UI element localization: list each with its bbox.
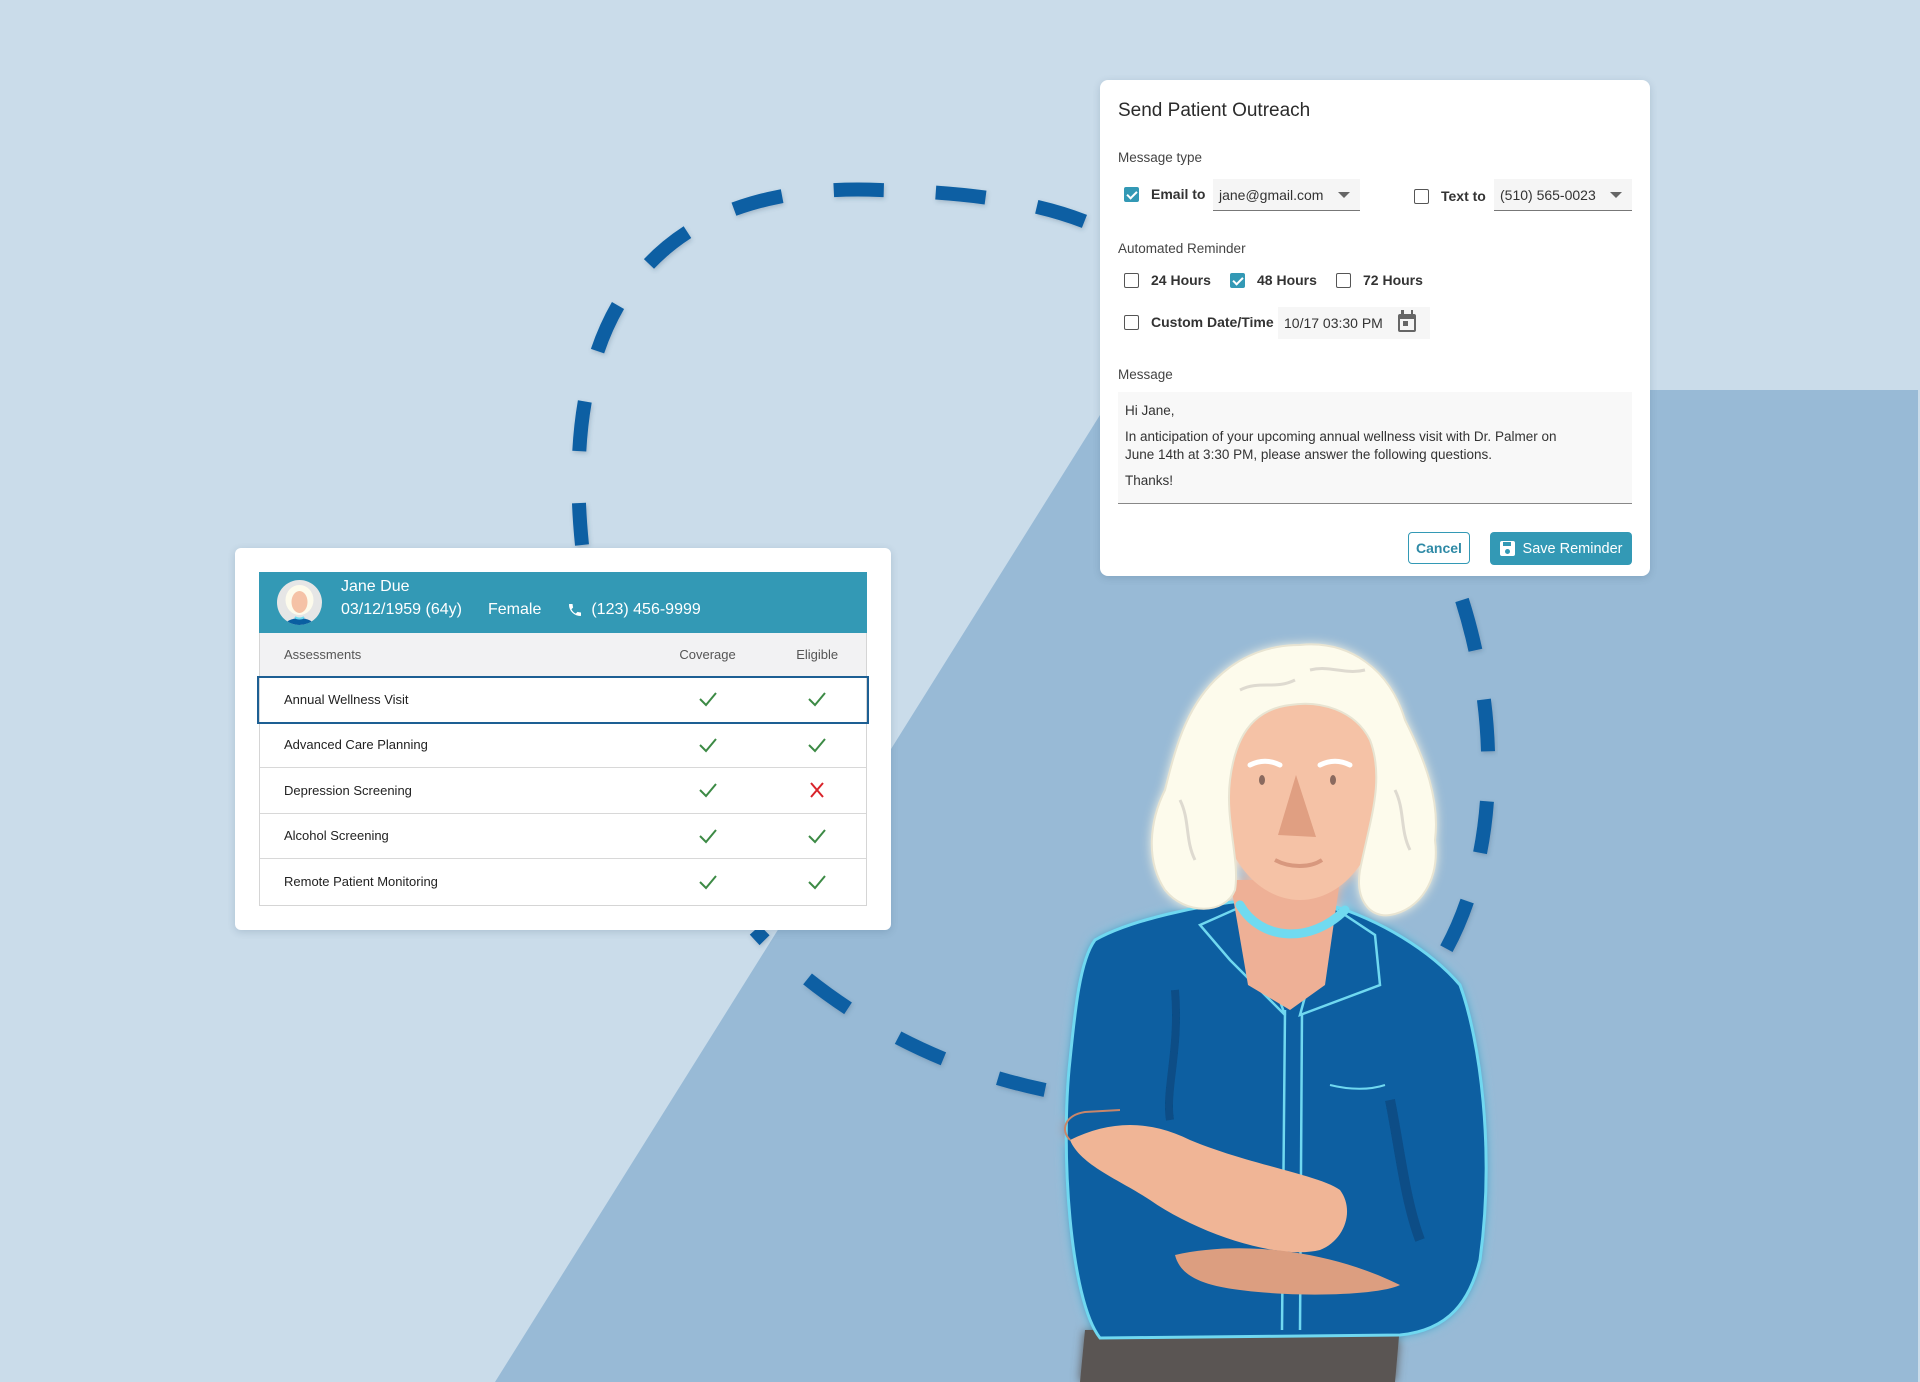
text-option[interactable]: Text to: [1414, 188, 1486, 204]
table-row[interactable]: Advanced Care Planning: [260, 723, 866, 768]
phone-select[interactable]: (510) 565-0023: [1494, 179, 1632, 211]
patient-phone[interactable]: (123) 456-9999: [567, 601, 701, 619]
email-option[interactable]: Email to: [1124, 186, 1205, 202]
reminder-48-checkbox[interactable]: [1230, 272, 1245, 288]
phone-icon: [569, 604, 582, 616]
assessment-name: Depression Screening: [284, 782, 412, 798]
table-row[interactable]: Remote Patient Monitoring: [260, 859, 866, 905]
reminder-72-label: 72 Hours: [1363, 272, 1423, 288]
column-header-coverage: Coverage: [679, 647, 736, 662]
text-label: Text to: [1441, 188, 1486, 204]
custom-datetime-option[interactable]: Custom Date/Time: [1124, 314, 1274, 330]
coverage-check-icon: [647, 874, 769, 890]
patient-card: Jane Due 03/12/1959 (64y) Female (123) 4…: [235, 548, 891, 930]
message-type-label: Message type: [1118, 150, 1203, 165]
floppy-disk-icon: [1499, 541, 1515, 556]
message-label: Message: [1118, 367, 1173, 382]
patient-name: Jane Due: [341, 578, 410, 595]
save-reminder-button[interactable]: Save Reminder: [1490, 532, 1632, 565]
reminder-72-option[interactable]: 72 Hours: [1336, 272, 1423, 288]
custom-datetime-input[interactable]: 10/17 03:30 PM: [1278, 307, 1430, 339]
reminder-48-label: 48 Hours: [1257, 272, 1317, 288]
coverage-check-icon: [647, 737, 769, 753]
coverage-check-icon: [647, 782, 769, 798]
coverage-check-icon: [647, 691, 769, 707]
patient-phone-number: (123) 456-9999: [591, 601, 701, 618]
custom-datetime-value: 10/17 03:30 PM: [1284, 315, 1383, 331]
reminder-48-option[interactable]: 48 Hours: [1230, 272, 1317, 288]
automated-reminder-label: Automated Reminder: [1118, 241, 1246, 256]
table-row[interactable]: Alcohol Screening: [260, 814, 866, 859]
coverage-check-icon: [647, 828, 769, 844]
column-header-assessments: Assessments: [284, 647, 362, 662]
send-outreach-dialog: Send Patient Outreach Message type Email…: [1100, 80, 1650, 576]
dialog-title: Send Patient Outreach: [1118, 100, 1311, 121]
patient-dob: 03/12/1959 (64y): [341, 601, 462, 618]
eligible-check-icon: [768, 874, 866, 890]
table-header: Assessments Coverage Eligible: [260, 633, 866, 677]
message-closing: Thanks!: [1125, 473, 1174, 488]
message-textarea[interactable]: Hi Jane, In anticipation of your upcomin…: [1118, 392, 1632, 504]
reminder-24-label: 24 Hours: [1151, 272, 1211, 288]
message-body-line-1: In anticipation of your upcoming annual …: [1125, 429, 1557, 444]
custom-datetime-checkbox[interactable]: [1124, 314, 1139, 330]
chevron-down-icon: [1338, 192, 1350, 198]
phone-value: (510) 565-0023: [1500, 186, 1596, 203]
cancel-button[interactable]: Cancel: [1408, 532, 1470, 564]
email-value: jane@gmail.com: [1219, 186, 1324, 203]
patient-header: Jane Due 03/12/1959 (64y) Female (123) 4…: [259, 572, 867, 633]
custom-datetime-label: Custom Date/Time: [1151, 314, 1274, 330]
table-body: Annual Wellness Visit Advanced Care Plann…: [257, 676, 869, 905]
patient-sex: Female: [487, 601, 542, 618]
table-row[interactable]: Depression Screening: [260, 768, 866, 814]
patient-meta: 03/12/1959 (64y) Female (123) 456-9999: [341, 601, 701, 619]
assessment-name: Alcohol Screening: [284, 828, 389, 844]
assessment-name: Remote Patient Monitoring: [284, 874, 438, 890]
reminder-24-checkbox[interactable]: [1124, 272, 1139, 288]
email-label: Email to: [1151, 186, 1206, 202]
reminder-72-checkbox[interactable]: [1336, 272, 1351, 288]
save-reminder-label: Save Reminder: [1522, 540, 1623, 557]
chevron-down-icon: [1610, 192, 1622, 198]
email-select[interactable]: jane@gmail.com: [1213, 179, 1360, 211]
assessments-table: Assessments Coverage Eligible Annual Wel…: [257, 633, 869, 906]
avatar: [277, 580, 322, 625]
eligible-check-icon: [768, 691, 866, 707]
assessment-name: Annual Wellness Visit: [284, 691, 409, 707]
message-greeting: Hi Jane,: [1125, 403, 1175, 418]
eligible-check-icon: [768, 828, 866, 844]
calendar-icon[interactable]: [1398, 310, 1416, 332]
message-body-line-2: June 14th at 3:30 PM, please answer the …: [1125, 447, 1492, 462]
column-header-eligible: Eligible: [796, 647, 839, 662]
table-row[interactable]: Annual Wellness Visit: [257, 676, 869, 724]
reminder-24-option[interactable]: 24 Hours: [1124, 272, 1211, 288]
assessment-name: Advanced Care Planning: [284, 737, 428, 753]
eligible-check-icon: [768, 737, 866, 753]
eligible-cross-icon: [768, 782, 866, 798]
text-checkbox[interactable]: [1414, 188, 1429, 204]
email-checkbox[interactable]: [1124, 186, 1139, 202]
